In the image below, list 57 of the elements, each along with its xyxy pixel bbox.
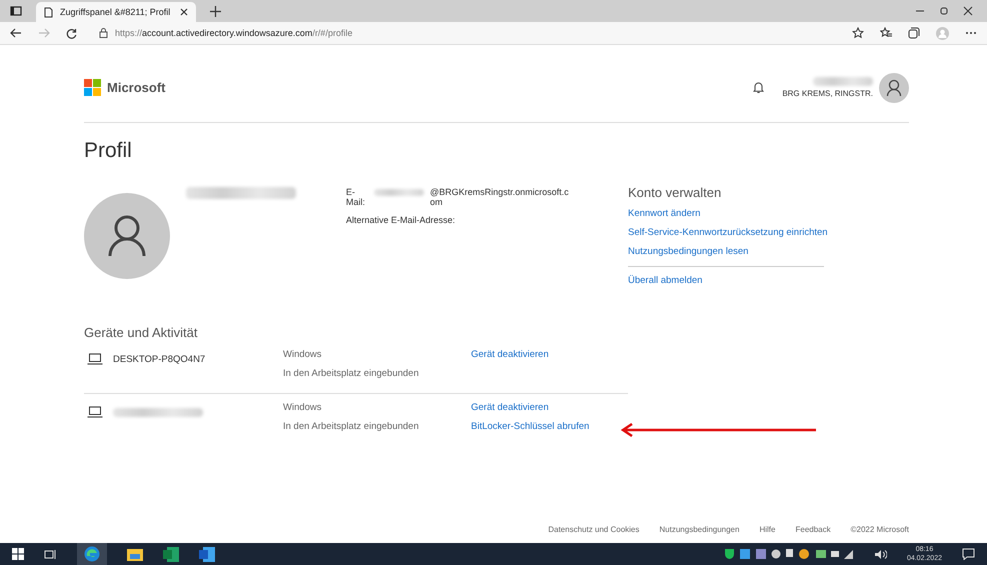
lock-icon [99,28,108,38]
page-icon [44,6,53,18]
email-value: @BRGKremsRingstr.onmicrosoft.com [430,187,570,207]
footer-link[interactable]: Datenschutz und Cookies [548,525,640,534]
footer-link[interactable]: Feedback [795,525,831,534]
avatar-icon[interactable] [879,72,909,102]
device-status: In den Arbeitsplatz eingebunden [283,368,420,379]
link[interactable]: Nutzungsbedingungen lesen [628,246,828,257]
email-label: E-Mail: [346,187,366,207]
device-status: In den Arbeitsplatz eingebunden [283,421,420,432]
device-action-link[interactable]: BitLocker-Schlüssel abrufen [471,421,590,432]
back-icon[interactable] [10,28,22,38]
alt-email-label: Alternative E-Mail-Adresse: [346,215,456,225]
refresh-icon[interactable] [66,28,77,38]
section-title: Konto verwalten [628,185,722,200]
tab-actions-icon[interactable] [10,5,22,17]
avatar-icon [84,193,170,279]
device-os: Windows [283,402,323,413]
logo-icon [84,79,101,96]
task-view-icon[interactable] [44,548,57,560]
device-name: DESKTOP-P8QO4N7 [113,354,206,364]
browser-tab[interactable]: Zugriffspanel &#8211; Profil [36,2,196,22]
link[interactable]: Self-Service-Kennwortzurücksetzung einrichten [628,227,828,238]
brand-name: Microsoft [107,80,166,95]
new-tab-icon[interactable] [210,6,221,16]
edge-icon[interactable] [84,546,100,562]
close-icon[interactable] [963,6,973,16]
laptop-icon [87,353,103,365]
device-action-link[interactable]: Gerät deaktivieren [471,402,590,413]
folder-icon[interactable] [127,548,143,560]
device-os: Windows [283,349,323,360]
close-icon[interactable] [180,8,188,16]
page-title: Profil [84,139,133,163]
sign-out-link[interactable]: Überall abmelden [628,275,828,286]
url-text: https://account.activedirectory.windowsazure.com/r/#/profile [115,28,352,38]
windows-icon[interactable] [12,548,24,560]
favorites-icon[interactable] [880,27,892,39]
document-icon[interactable] [199,546,215,562]
star-icon[interactable] [852,27,864,39]
link[interactable]: Kennwort ändern [628,208,828,219]
blurred-text [374,189,424,196]
footer-link[interactable]: Nutzungsbedingungen [659,525,740,534]
collections-icon[interactable] [908,27,920,39]
footer-link[interactable]: Hilfe [759,525,776,534]
more-icon[interactable] [965,31,977,35]
account-name: BRG KREMS, RINGSTR. [782,89,873,98]
spreadsheet-icon[interactable] [163,546,179,562]
copyright-text: ©2022 Microsoft [850,525,909,534]
notification-icon[interactable] [753,81,764,94]
tray-icons-drawing[interactable] [724,548,854,560]
section-title: Geräte und Aktivität [84,325,198,340]
blurred-text [813,77,873,86]
device-action-link[interactable]: Gerät deaktivieren [471,349,549,360]
arrow-icon [620,423,816,437]
volume-icon[interactable] [874,548,887,560]
restore-icon[interactable] [939,6,949,16]
laptop-icon [87,406,103,418]
